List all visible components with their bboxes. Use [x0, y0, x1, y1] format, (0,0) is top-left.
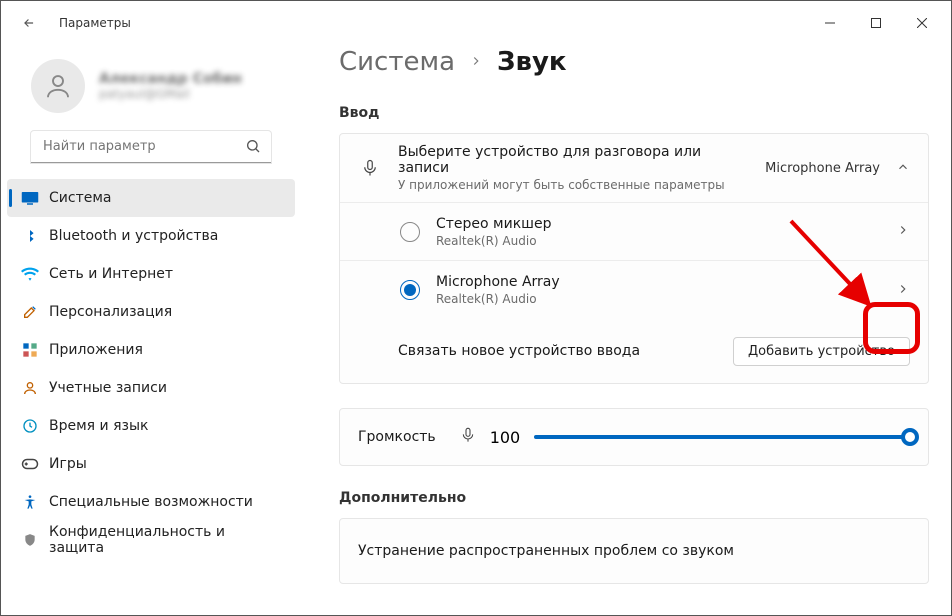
sidebar-item-label: Персонализация [49, 304, 172, 320]
user-block[interactable]: Александр Собин patyaul@GMail [1, 53, 301, 131]
device-row[interactable]: Стерео микшер Realtek(R) Audio [340, 203, 928, 261]
breadcrumb-parent[interactable]: Система [339, 47, 455, 77]
sidebar-item-label: Сеть и Интернет [49, 266, 173, 282]
input-header-title: Выберите устройство для разговора или за… [398, 144, 749, 176]
apps-icon [21, 341, 39, 359]
close-button[interactable] [899, 7, 945, 39]
sidebar-item-brush[interactable]: Персонализация [7, 293, 295, 331]
device-name: Стерео микшер [436, 216, 880, 232]
breadcrumb-current: Звук [497, 47, 567, 77]
bluetooth-icon [21, 227, 39, 245]
volume-card: Громкость 100 [339, 408, 929, 466]
sidebar-item-label: Специальные возможности [49, 494, 253, 510]
microphone-icon [460, 427, 476, 447]
chevron-right-icon [469, 53, 483, 72]
avatar [31, 59, 85, 113]
shield-icon [21, 531, 39, 549]
sidebar-item-label: Конфиденциальность и защита [49, 524, 279, 556]
chevron-up-icon [896, 159, 910, 178]
add-device-button[interactable]: Добавить устройство [733, 337, 910, 366]
main-content: Система Звук Ввод Выберите устройство дл… [301, 45, 951, 615]
device-sub: Realtek(R) Audio [436, 234, 880, 248]
search-box[interactable] [31, 131, 271, 163]
slider-thumb[interactable] [901, 428, 919, 446]
sidebar: Александр Собин patyaul@GMail Система Blu… [1, 45, 301, 615]
sidebar-item-label: Bluetooth и устройства [49, 228, 218, 244]
minimize-button[interactable] [807, 7, 853, 39]
troubleshoot-title: Устранение распространенных проблем со з… [358, 543, 910, 559]
sidebar-item-label: Время и язык [49, 418, 148, 434]
search-icon [245, 138, 261, 158]
volume-value: 100 [490, 428, 521, 447]
sidebar-item-display[interactable]: Система [7, 179, 295, 217]
pair-device-label: Связать новое устройство ввода [398, 343, 717, 359]
volume-label: Громкость [358, 429, 436, 445]
game-icon [21, 455, 39, 473]
sidebar-item-label: Учетные записи [49, 380, 167, 396]
sidebar-item-bluetooth[interactable]: Bluetooth и устройства [7, 217, 295, 255]
troubleshoot-card: Устранение распространенных проблем со з… [339, 518, 929, 584]
pair-device-row: Связать новое устройство ввода Добавить … [340, 319, 928, 383]
brush-icon [21, 303, 39, 321]
user-email: patyaul@GMail [99, 87, 242, 101]
window-title: Параметры [59, 16, 131, 30]
user-name: Александр Собин [99, 71, 242, 87]
user-icon [21, 379, 39, 397]
device-name: Microphone Array [436, 274, 880, 290]
input-selected-value: Microphone Array [765, 161, 880, 176]
section-input-label: Ввод [339, 105, 929, 121]
section-advanced-label: Дополнительно [339, 490, 929, 506]
microphone-icon [358, 159, 382, 177]
radio-button[interactable] [400, 222, 420, 242]
troubleshoot-row[interactable]: Устранение распространенных проблем со з… [340, 519, 928, 583]
volume-row: Громкость 100 [340, 409, 928, 465]
sidebar-item-accessibility[interactable]: Специальные возможности [7, 483, 295, 521]
device-sub: Realtek(R) Audio [436, 292, 880, 306]
input-card: Выберите устройство для разговора или за… [339, 133, 929, 384]
chevron-right-icon[interactable] [896, 281, 910, 300]
breadcrumb: Система Звук [339, 47, 929, 77]
volume-slider[interactable] [534, 435, 910, 439]
maximize-button[interactable] [853, 7, 899, 39]
sidebar-item-label: Система [49, 190, 111, 206]
sidebar-item-wifi[interactable]: Сеть и Интернет [7, 255, 295, 293]
radio-button[interactable] [400, 280, 420, 300]
clock-icon [21, 417, 39, 435]
sidebar-item-user[interactable]: Учетные записи [7, 369, 295, 407]
sidebar-item-game[interactable]: Игры [7, 445, 295, 483]
chevron-right-icon[interactable] [896, 222, 910, 241]
titlebar: Параметры [1, 1, 951, 45]
sidebar-item-apps[interactable]: Приложения [7, 331, 295, 369]
sidebar-item-label: Игры [49, 456, 87, 472]
search-input[interactable] [31, 131, 271, 163]
nav-list: Система Bluetooth и устройства Сеть и Инте… [1, 179, 301, 615]
sidebar-item-clock[interactable]: Время и язык [7, 407, 295, 445]
wifi-icon [21, 265, 39, 283]
display-icon [21, 189, 39, 207]
device-row[interactable]: Microphone Array Realtek(R) Audio [340, 261, 928, 319]
sidebar-item-label: Приложения [49, 342, 143, 358]
input-header-subtitle: У приложений могут быть собственные пара… [398, 178, 749, 192]
sidebar-item-shield[interactable]: Конфиденциальность и защита [7, 521, 295, 559]
accessibility-icon [21, 493, 39, 511]
input-header-row[interactable]: Выберите устройство для разговора или за… [340, 134, 928, 203]
back-button[interactable] [13, 7, 45, 39]
